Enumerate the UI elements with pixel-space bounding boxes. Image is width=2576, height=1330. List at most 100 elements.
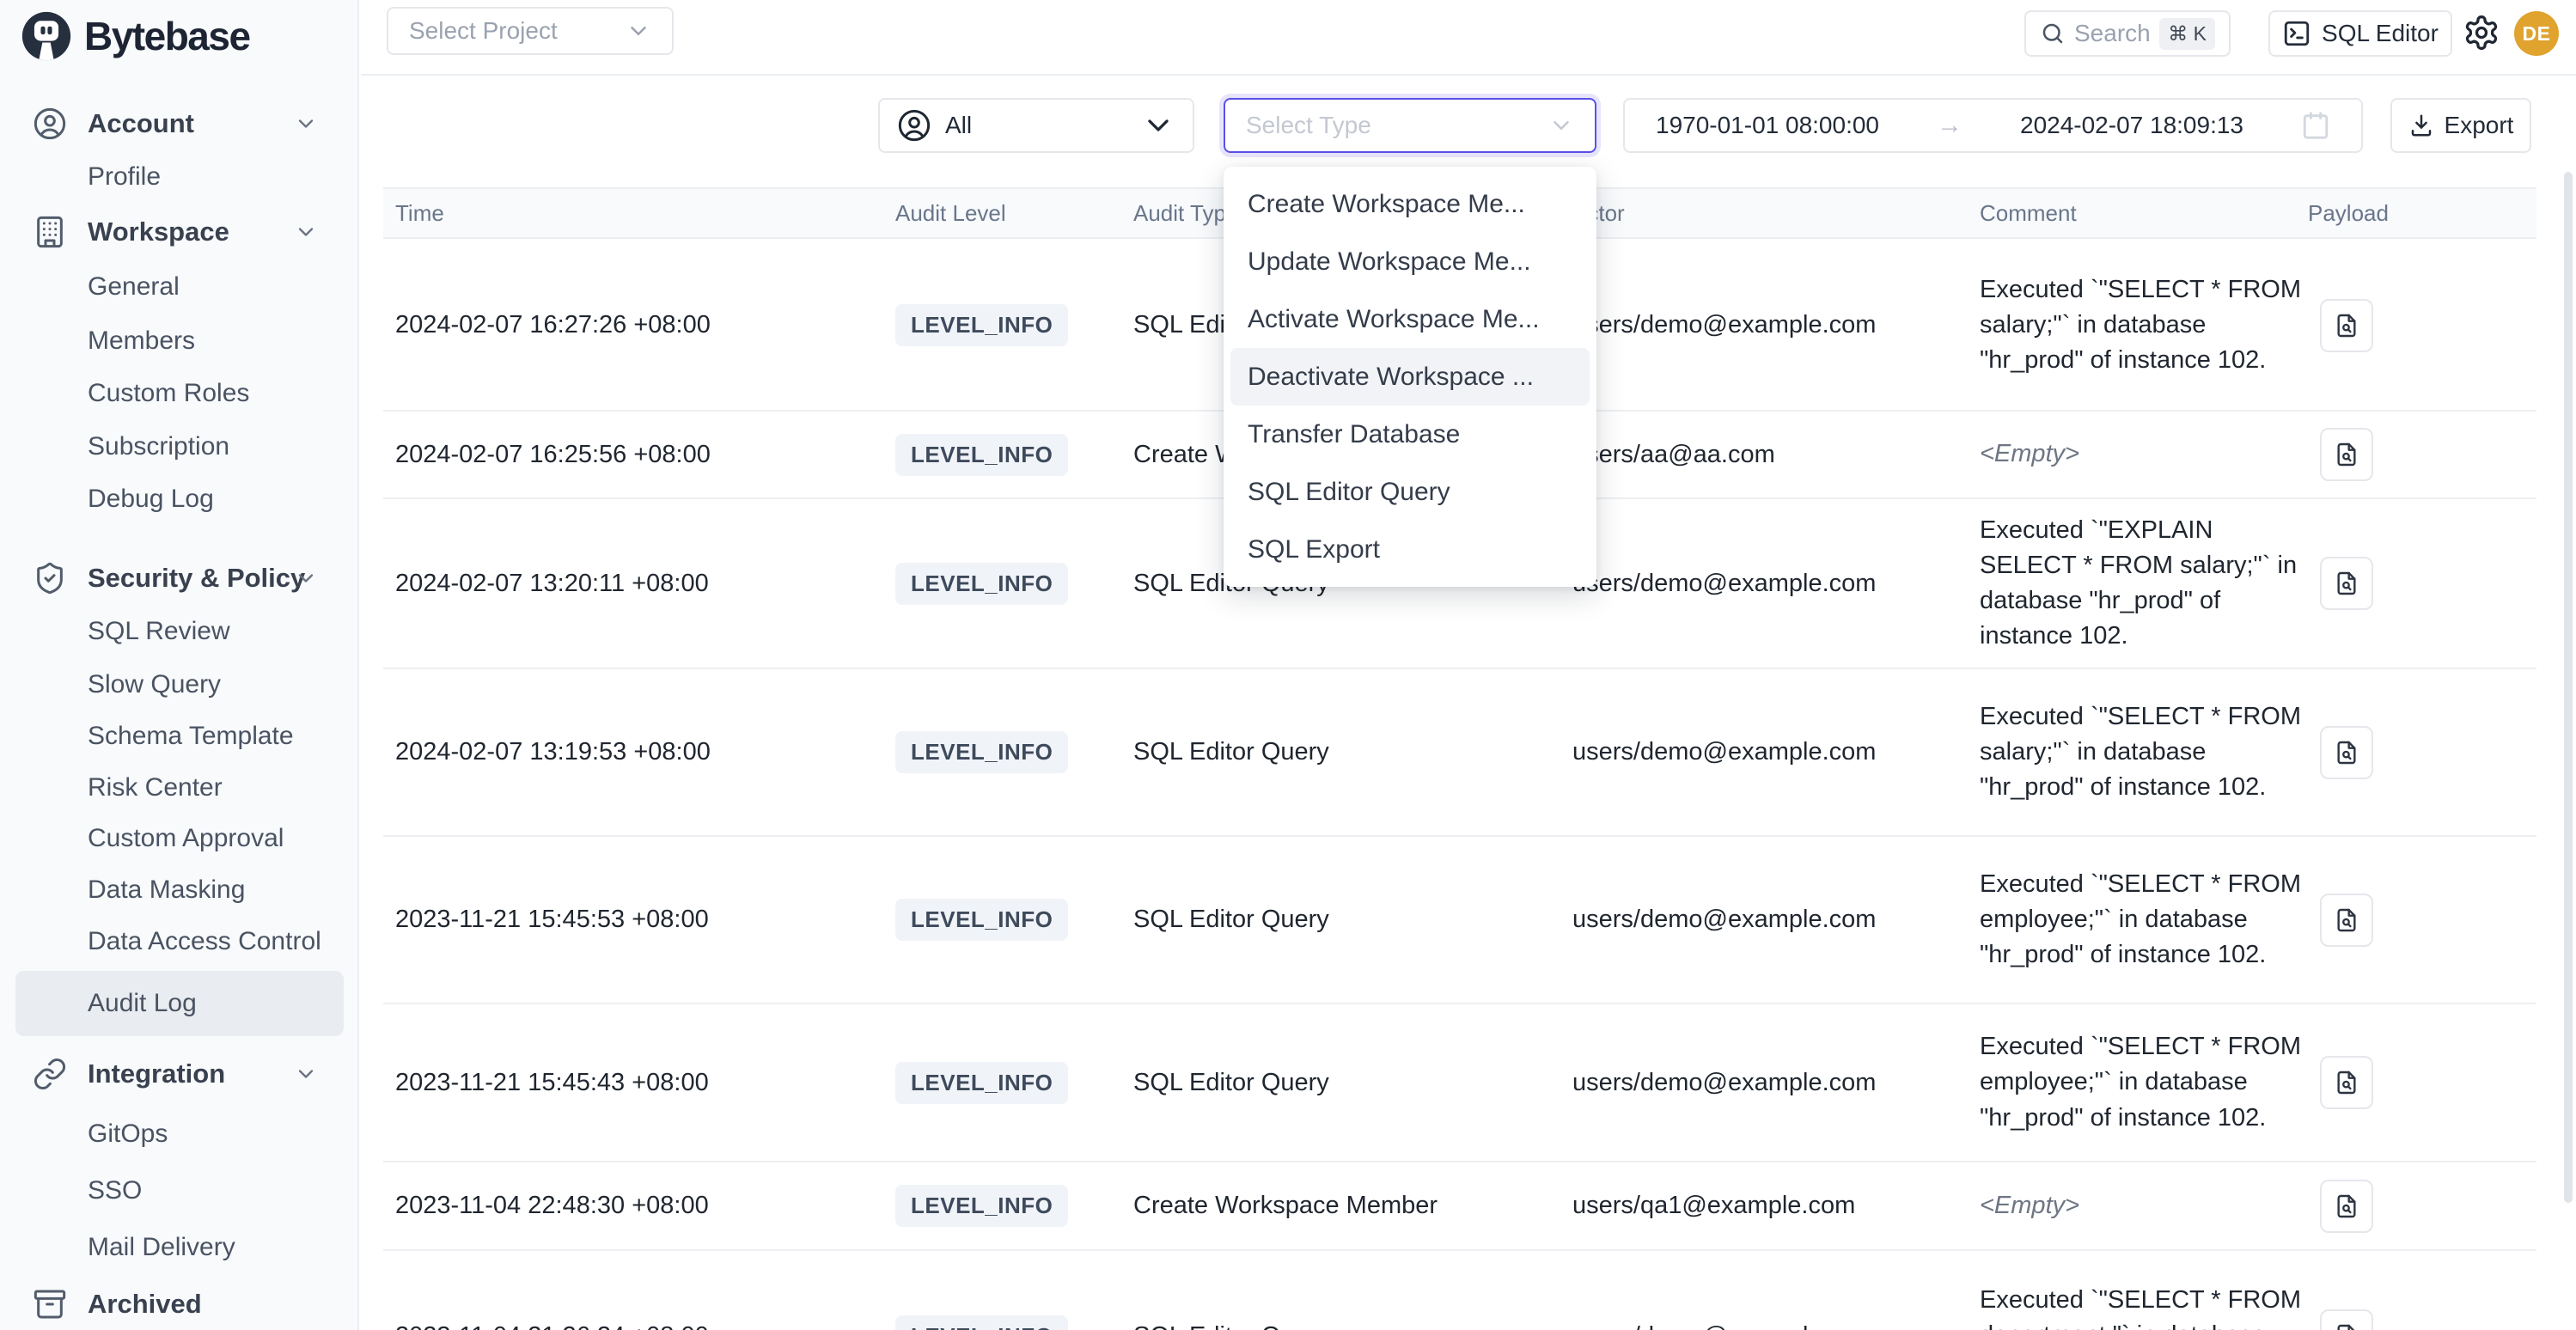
date-range-picker[interactable]: 1970-01-01 08:00:00 → 2024-02-07 18:09:1… — [1623, 98, 2363, 153]
cell-audit-level: LEVEL_INFO — [895, 1004, 1068, 1161]
sidebar-label: Risk Center — [88, 773, 223, 802]
cell-payload — [2320, 837, 2373, 1003]
sidebar-label: Custom Roles — [88, 379, 249, 408]
cell-payload — [2320, 669, 2373, 835]
arrow-right-icon: → — [1937, 111, 1963, 140]
brand-logo[interactable]: Bytebase — [21, 10, 250, 62]
type-option-sql-editor-query[interactable]: SQL Editor Query — [1224, 463, 1596, 521]
type-option-create-workspace-me[interactable]: Create Workspace Me... — [1224, 175, 1596, 233]
cell-actor: users/demo@example.com — [1572, 1251, 1876, 1330]
chevron-down-icon — [294, 1062, 318, 1086]
type-option-update-workspace-me[interactable]: Update Workspace Me... — [1224, 233, 1596, 290]
topbar-divider — [361, 74, 2576, 76]
bytebase-logo-icon — [21, 10, 72, 62]
building-icon — [33, 215, 67, 249]
brand-name: Bytebase — [84, 13, 250, 59]
user-circle-icon — [33, 107, 67, 141]
actor-filter-select[interactable]: All — [878, 98, 1194, 153]
sidebar-label: GitOps — [88, 1120, 168, 1149]
cell-payload — [2320, 499, 2373, 668]
file-search-icon — [2333, 441, 2360, 468]
search-input[interactable]: Search ⌘ K — [2024, 10, 2231, 57]
file-search-icon — [2333, 312, 2360, 339]
sidebar-item-debug-log[interactable]: Debug Log — [0, 467, 359, 532]
user-circle-icon — [897, 108, 931, 143]
vertical-scrollbar[interactable] — [2564, 172, 2573, 1203]
user-avatar[interactable]: DE — [2514, 11, 2559, 56]
file-search-icon — [2333, 739, 2360, 766]
chevron-down-icon — [294, 220, 318, 244]
level-badge: LEVEL_INFO — [895, 1315, 1068, 1330]
sidebar-item-mail-delivery[interactable]: Mail Delivery — [0, 1215, 359, 1280]
sidebar-label: SQL Review — [88, 617, 230, 646]
level-badge: LEVEL_INFO — [895, 563, 1068, 605]
search-icon — [2040, 21, 2066, 46]
sidebar-label: Subscription — [88, 432, 229, 461]
sidebar-item-audit-log[interactable]: Audit Log — [15, 971, 344, 1036]
cell-comment: Executed `"SELECT * FROM employee;"` in … — [1980, 837, 2303, 1003]
cell-payload — [2320, 241, 2373, 410]
type-option-sql-export[interactable]: SQL Export — [1224, 521, 1596, 578]
sidebar-item-data-access-control[interactable]: Data Access Control — [0, 909, 359, 974]
sidebar-label: Integration — [88, 1059, 225, 1089]
cell-comment: Executed `"SELECT * FROM department;"` i… — [1980, 1251, 2303, 1330]
date-to-value: 2024-02-07 18:09:13 — [2020, 112, 2243, 139]
export-label: Export — [2445, 112, 2514, 139]
type-option-activate-workspace-me[interactable]: Activate Workspace Me... — [1224, 290, 1596, 348]
level-badge: LEVEL_INFO — [895, 434, 1068, 476]
sidebar-label: Debug Log — [88, 485, 214, 514]
payload-view-button[interactable] — [2320, 428, 2373, 481]
payload-view-button[interactable] — [2320, 299, 2373, 352]
chevron-down-icon — [626, 18, 651, 44]
cell-time: 2024-02-07 16:27:26 +08:00 — [395, 241, 711, 410]
payload-view-button[interactable] — [2320, 894, 2373, 947]
date-from-value: 1970-01-01 08:00:00 — [1656, 112, 1879, 139]
level-badge: LEVEL_INFO — [895, 1185, 1068, 1227]
cell-audit-level: LEVEL_INFO — [895, 241, 1068, 410]
sidebar-section-integration[interactable]: Integration — [0, 1041, 359, 1107]
chevron-down-icon — [1141, 108, 1175, 143]
cell-payload — [2320, 1251, 2373, 1330]
cell-actor: users/demo@example.com — [1572, 669, 1876, 835]
select-project-dropdown[interactable]: Select Project — [387, 7, 674, 55]
sidebar-label: Audit Log — [88, 989, 197, 1018]
sidebar-label: Workspace — [88, 217, 229, 247]
gear-icon[interactable] — [2463, 14, 2500, 52]
cell-comment: Executed `"EXPLAIN SELECT * FROM salary;… — [1980, 499, 2303, 668]
payload-view-button[interactable] — [2320, 1309, 2373, 1330]
sidebar-label: Data Masking — [88, 875, 245, 905]
chevron-down-icon — [294, 112, 318, 136]
payload-view-button[interactable] — [2320, 557, 2373, 610]
payload-view-button[interactable] — [2320, 726, 2373, 779]
payload-view-button[interactable] — [2320, 1180, 2373, 1233]
type-filter-select[interactable]: Select Type — [1224, 98, 1596, 153]
cell-payload — [2320, 1162, 2373, 1249]
export-button[interactable]: Export — [2390, 98, 2531, 153]
sidebar-item-gitops[interactable]: GitOps — [0, 1101, 359, 1167]
column-header-payload: Payload — [2308, 189, 2389, 237]
cell-audit-level: LEVEL_INFO — [895, 1251, 1068, 1330]
cell-audit-type: Create Workspace Member — [1133, 1162, 1438, 1249]
sql-editor-button[interactable]: SQL Editor — [2268, 10, 2452, 57]
type-filter-menu: Create Workspace Me...Update Workspace M… — [1224, 167, 1596, 587]
table-row: 2023-11-04 22:48:30 +08:00LEVEL_INFOCrea… — [383, 1162, 2536, 1251]
column-header-time: Time — [395, 189, 444, 237]
sql-editor-label: SQL Editor — [2322, 20, 2439, 47]
payload-view-button[interactable] — [2320, 1056, 2373, 1109]
column-header-audit-level: Audit Level — [895, 189, 1006, 237]
chevron-down-icon — [1548, 113, 1574, 138]
sidebar-section-archived[interactable]: Archived — [0, 1272, 359, 1330]
cell-time: 2023-11-04 21:26:24 +08:00 — [395, 1251, 709, 1330]
cell-time: 2024-02-07 16:25:56 +08:00 — [395, 412, 711, 497]
column-header-comment: Comment — [1980, 189, 2077, 237]
type-option-transfer-database[interactable]: Transfer Database — [1224, 406, 1596, 463]
sidebar-label: General — [88, 272, 180, 302]
cell-time: 2024-02-07 13:20:11 +08:00 — [395, 499, 709, 668]
sidebar-label: Security & Policy — [88, 563, 305, 594]
type-option-deactivate-workspace[interactable]: Deactivate Workspace ... — [1230, 348, 1590, 406]
file-search-icon — [2333, 1322, 2360, 1330]
cell-audit-level: LEVEL_INFO — [895, 1162, 1068, 1249]
cell-time: 2023-11-21 15:45:43 +08:00 — [395, 1004, 709, 1161]
sidebar-item-sso[interactable]: SSO — [0, 1158, 359, 1223]
cell-audit-type: SQL Editor Query — [1133, 1004, 1329, 1161]
